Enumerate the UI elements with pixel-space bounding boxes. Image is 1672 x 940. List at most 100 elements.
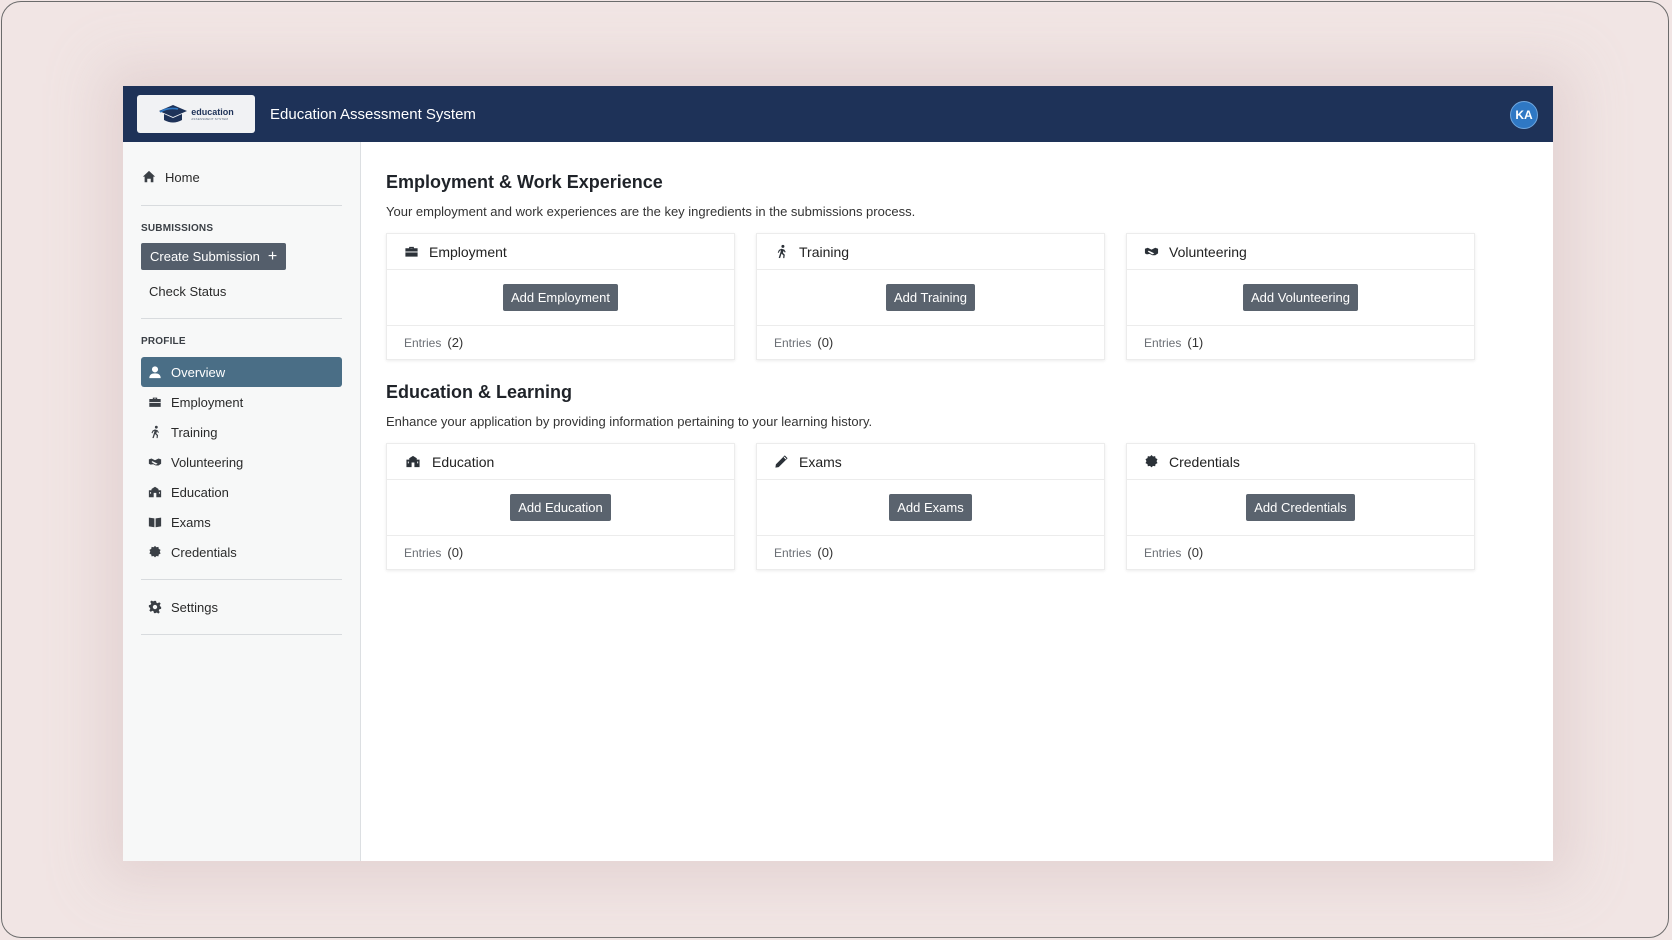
graduation-cap-icon [159,105,188,123]
book-icon [147,515,162,530]
briefcase-icon [147,395,162,410]
sidebar-item-overview[interactable]: Overview [141,357,342,387]
add-exams-button[interactable]: Add Exams [889,494,972,521]
sidebar-item-label: Overview [171,364,226,380]
create-submission-button[interactable]: Create Submission + [141,243,287,270]
card-header: Credentials [1127,444,1474,480]
sidebar-item-training[interactable]: Training [141,417,342,447]
handshake-icon [1144,247,1159,256]
logo-word: education [191,106,234,117]
sidebar-item-label: Home [165,169,200,185]
card-footer: Entries (0) [757,326,1104,359]
entries-label: Entries [404,545,442,560]
entries-count: (0) [447,545,464,560]
logo[interactable]: education ASSESSMENT SYSTEM [137,95,255,133]
user-icon [147,365,162,380]
education-card: Education Add Education Entries (0) [386,443,735,570]
entries-count: (0) [1187,545,1204,560]
app-title: Education Assessment System [270,105,476,123]
entries-label: Entries [774,545,812,560]
sidebar-divider [141,318,342,319]
credentials-card: Credentials Add Credentials Entries (0) [1126,443,1475,570]
card-body: Add Education [387,480,734,536]
sidebar-item-education[interactable]: Education [141,477,342,507]
card-body: Add Volunteering [1127,270,1474,326]
briefcase-icon [405,246,418,257]
add-employment-button[interactable]: Add Employment [503,284,618,311]
school-icon [147,485,162,500]
sidebar-item-settings[interactable]: Settings [141,592,342,622]
sidebar-item-label: Education [171,484,229,500]
volunteering-card: Volunteering Add Volunteering Entries (1… [1126,233,1475,360]
card-footer: Entries (0) [757,536,1104,569]
sidebar-item-label: Exams [171,514,211,530]
entries-label: Entries [1144,545,1182,560]
entries-label: Entries [404,335,442,350]
card-title: Volunteering [1169,243,1247,260]
create-submission-label: Create Submission [150,249,260,264]
sidebar-item-credentials[interactable]: Credentials [141,537,342,567]
sidebar-divider [141,579,342,580]
sidebar-item-exams[interactable]: Exams [141,507,342,537]
sidebar-item-volunteering[interactable]: Volunteering [141,447,342,477]
card-title: Education [432,453,495,470]
entries-count: (1) [1187,335,1204,350]
user-avatar[interactable]: KA [1510,101,1538,129]
section-title: Employment & Work Experience [386,172,663,192]
add-credentials-button[interactable]: Add Credentials [1246,494,1355,521]
running-icon [147,425,162,440]
add-education-button[interactable]: Add Education [510,494,611,521]
plus-icon: + [267,247,278,265]
main-content: Employment & Work Experience Your employ… [362,142,1553,861]
sidebar-item-label: Check Status [149,283,227,299]
section-description: Your employment and work experiences are… [386,204,916,219]
card-title: Employment [429,243,507,260]
card-header: Volunteering [1127,234,1474,270]
top-bar: education ASSESSMENT SYSTEM Education As… [123,86,1553,142]
card-title: Credentials [1169,453,1240,470]
submissions-heading: SUBMISSIONS [141,223,214,234]
logo-subtitle: ASSESSMENT SYSTEM [191,116,229,121]
badge-icon [1145,454,1158,468]
sidebar-item-label: Credentials [171,544,237,560]
app-window: education ASSESSMENT SYSTEM Education As… [123,86,1553,861]
card-title: Training [799,243,850,260]
employment-section: Employment & Work Experience Your employ… [386,172,1537,360]
sidebar-item-employment[interactable]: Employment [141,387,342,417]
add-training-button[interactable]: Add Training [886,284,975,311]
card-header: Exams [757,444,1104,480]
running-icon [777,244,786,259]
card-footer: Entries (0) [1127,536,1474,569]
home-icon [141,170,156,185]
card-footer: Entries (0) [387,536,734,569]
sidebar-item-home[interactable]: Home [141,162,342,192]
gear-icon [147,600,162,615]
education-section: Education & Learning Enhance your applic… [386,382,1537,570]
card-header: Education [387,444,734,480]
section-description: Enhance your application by providing in… [386,414,873,429]
handshake-icon [147,455,162,470]
sidebar-divider [141,634,342,635]
sidebar-item-label: Employment [171,394,244,410]
card-header: Employment [387,234,734,270]
sidebar-item-label: Settings [171,599,218,615]
card-footer: Entries (2) [387,326,734,359]
school-icon [406,455,420,468]
card-body: Add Credentials [1127,480,1474,536]
card-row: Employment Add Employment Entries (2) Tr… [386,233,1537,360]
entries-label: Entries [1144,335,1182,350]
profile-heading: PROFILE [141,336,186,347]
card-title: Exams [799,453,842,470]
card-body: Add Training [757,270,1104,326]
entries-count: (0) [817,545,834,560]
sidebar: Home SUBMISSIONS Create Submission + Che… [123,142,361,861]
sidebar-item-label: Volunteering [171,454,244,470]
sidebar-item-check-status[interactable]: Check Status [141,276,342,306]
add-volunteering-button[interactable]: Add Volunteering [1242,284,1359,311]
card-row: Education Add Education Entries (0) Exam… [386,443,1537,570]
badge-icon [147,545,162,560]
employment-card: Employment Add Employment Entries (2) [386,233,735,360]
exams-card: Exams Add Exams Entries (0) [756,443,1105,570]
section-title: Education & Learning [386,382,573,402]
card-header: Training [757,234,1104,270]
